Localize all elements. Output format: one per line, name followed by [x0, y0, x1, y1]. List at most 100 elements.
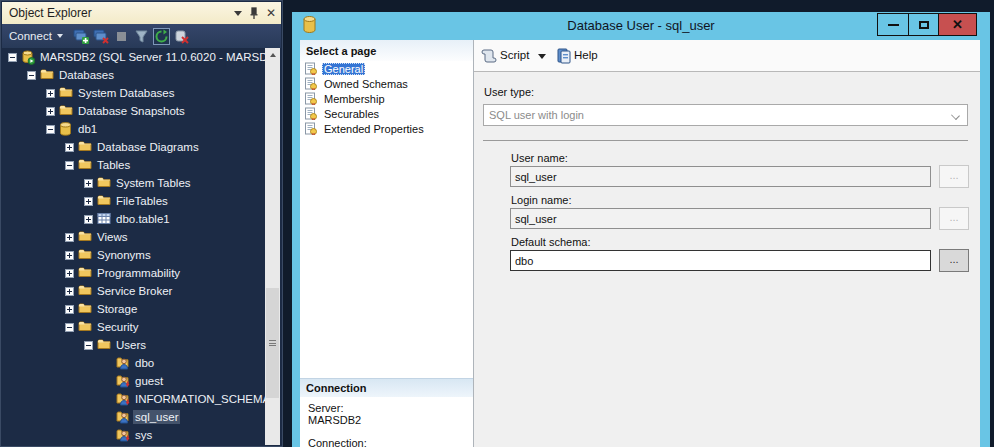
filter-icon[interactable]	[133, 28, 150, 45]
collapse-icon[interactable]	[8, 53, 17, 62]
folder-icon	[78, 248, 92, 262]
script-dropdown-icon[interactable]	[538, 54, 546, 59]
dialog-content: Script Help User type: SQL user with log…	[474, 40, 980, 447]
tree-item-synonyms[interactable]: Synonyms	[2, 246, 267, 264]
login-name-label: Login name:	[511, 194, 572, 206]
help-icon[interactable]	[556, 48, 572, 64]
minimize-button[interactable]	[877, 13, 908, 36]
folder-icon	[59, 104, 73, 118]
expand-icon[interactable]	[84, 197, 93, 206]
help-button[interactable]: Help	[574, 49, 598, 61]
collapse-icon[interactable]	[46, 125, 55, 134]
connect-button[interactable]: Connect	[9, 30, 52, 42]
tree-item-label: INFORMATION_SCHEMA	[133, 392, 267, 406]
collapse-icon[interactable]	[84, 341, 93, 350]
collapse-icon[interactable]	[65, 323, 74, 332]
dialog-toolbar: Script Help	[474, 40, 980, 72]
page-item-general[interactable]: General	[300, 61, 473, 76]
pin-icon[interactable]	[249, 7, 259, 20]
script-icon[interactable]	[480, 48, 498, 64]
close-button[interactable]: ✕	[939, 13, 977, 36]
tree-item-tables[interactable]: Tables	[2, 156, 267, 174]
expand-icon[interactable]	[84, 215, 93, 224]
expand-icon[interactable]	[84, 179, 93, 188]
page-item-membership[interactable]: Membership	[300, 91, 473, 106]
tree-item-system-tables[interactable]: System Tables	[2, 174, 267, 192]
scrollbar-thumb[interactable]	[266, 288, 279, 398]
stop-icon[interactable]	[113, 28, 130, 45]
maximize-button[interactable]	[908, 13, 939, 36]
tree-item-databases[interactable]: Databases	[2, 66, 267, 84]
user-disabled-icon	[116, 428, 130, 442]
page-icon	[304, 77, 317, 90]
tree-item-label: Programmability	[95, 266, 182, 280]
chevron-down-icon	[951, 111, 960, 120]
close-panel-icon[interactable]: ✕	[266, 7, 276, 19]
page-item-owned-schemas[interactable]: Owned Schemas	[300, 76, 473, 91]
tree-item-information-schema[interactable]: INFORMATION_SCHEMA	[2, 390, 267, 408]
user-type-label: User type:	[484, 86, 534, 98]
expand-icon[interactable]	[65, 251, 74, 260]
connect-dropdown-icon[interactable]	[57, 34, 63, 38]
folder-icon	[78, 158, 92, 172]
tree-item-sys[interactable]: sys	[2, 426, 267, 444]
folder-icon	[97, 194, 111, 208]
tree-item-dbo-table1[interactable]: dbo.table1	[2, 210, 267, 228]
default-schema-field[interactable]: dbo	[510, 250, 931, 271]
folder-icon	[78, 140, 92, 154]
stop-script-icon[interactable]	[173, 28, 190, 45]
user-type-select[interactable]: SQL user with login	[483, 104, 968, 126]
folder-icon	[78, 230, 92, 244]
tree-item-filetables[interactable]: FileTables	[2, 192, 267, 210]
page-item-securables[interactable]: Securables	[300, 106, 473, 121]
tree-item-database-diagrams[interactable]: Database Diagrams	[2, 138, 267, 156]
folder-icon	[78, 320, 92, 334]
collapse-icon[interactable]	[65, 161, 74, 170]
expand-icon[interactable]	[65, 269, 74, 278]
tree-item-security[interactable]: Security	[2, 318, 267, 336]
expand-icon[interactable]	[46, 89, 55, 98]
default-schema-browse-button[interactable]: ...	[939, 249, 969, 272]
database-user-dialog: Database User - sql_user ✕ Select a page…	[292, 12, 990, 447]
tree-item-label: guest	[133, 374, 165, 388]
tree-item-users[interactable]: Users	[2, 336, 267, 354]
tree-item-views[interactable]: Views	[2, 228, 267, 246]
script-button[interactable]: Script	[500, 49, 529, 61]
tree-item-dbo[interactable]: dbo	[2, 354, 267, 372]
user-name-field[interactable]: sql_user	[510, 166, 931, 187]
tree-scrollbar[interactable]	[265, 48, 280, 445]
select-a-page-pane: Select a page GeneralOwned SchemasMember…	[300, 40, 473, 447]
expand-icon[interactable]	[65, 287, 74, 296]
tree-item-programmability[interactable]: Programmability	[2, 264, 267, 282]
expand-icon[interactable]	[65, 305, 74, 314]
expand-icon[interactable]	[65, 143, 74, 152]
tree-item-sql-user[interactable]: sql_user	[2, 408, 267, 426]
tree-item-storage[interactable]: Storage	[2, 300, 267, 318]
tree-item-label: Synonyms	[95, 248, 153, 262]
scroll-up-icon[interactable]	[265, 48, 280, 62]
tree-item-guest[interactable]: guest	[2, 372, 267, 390]
dialog-body: Select a page GeneralOwned SchemasMember…	[300, 40, 980, 447]
page-item-label: Extended Properties	[322, 123, 426, 135]
login-name-browse-button: ...	[939, 207, 969, 230]
page-item-label: Securables	[322, 108, 381, 120]
window-position-icon[interactable]	[234, 11, 242, 16]
tree-item-database-snapshots[interactable]: Database Snapshots	[2, 102, 267, 120]
user-disabled-icon	[116, 392, 130, 406]
server-value: MARSDB2	[308, 414, 361, 426]
refresh-icon[interactable]	[153, 28, 170, 45]
tree-item-label: Storage	[95, 302, 139, 316]
page-item-extended-properties[interactable]: Extended Properties	[300, 121, 473, 136]
tree-item-service-broker[interactable]: Service Broker	[2, 282, 267, 300]
page-icon	[304, 62, 317, 75]
tree-item-db1[interactable]: db1	[2, 120, 267, 138]
connect-server-icon[interactable]	[73, 28, 90, 45]
tree-item-system-databases[interactable]: System Databases	[2, 84, 267, 102]
page-icon	[304, 107, 317, 120]
tree-item-marsdb2-sql-server-11-0-6020-marsd[interactable]: MARSDB2 (SQL Server 11.0.6020 - MARSD	[2, 48, 267, 66]
expand-icon[interactable]	[65, 233, 74, 242]
disconnect-server-icon[interactable]	[93, 28, 110, 45]
expand-icon[interactable]	[46, 107, 55, 116]
login-name-field[interactable]: sql_user	[510, 208, 931, 229]
collapse-icon[interactable]	[27, 71, 36, 80]
